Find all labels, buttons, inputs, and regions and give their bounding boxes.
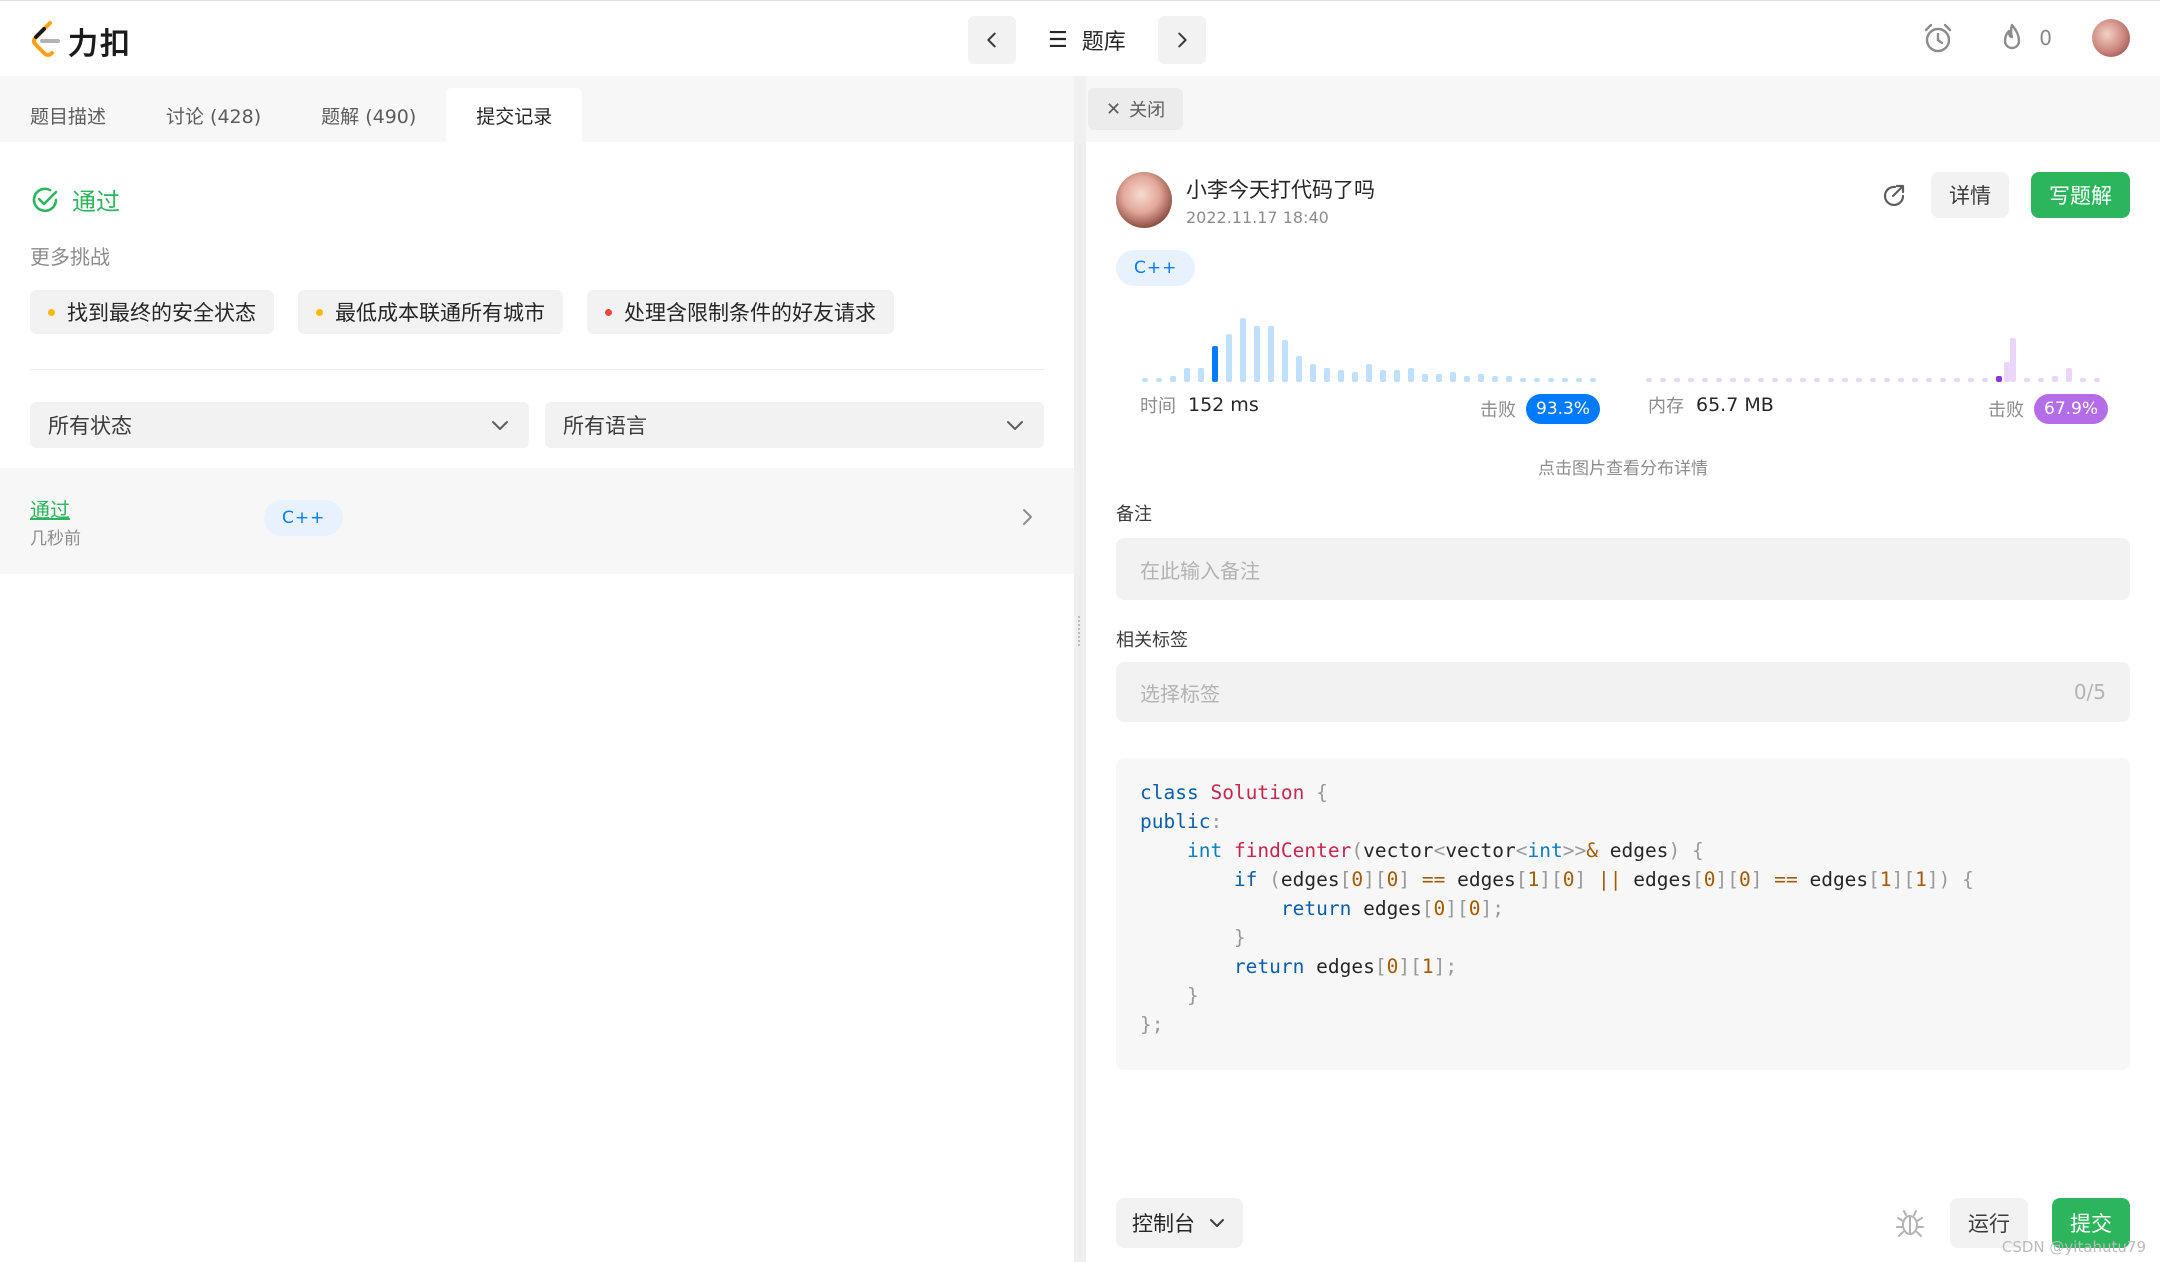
watermark: CSDN @yitahutu79 xyxy=(2001,1238,2146,1256)
memory-stat: 内存 65.7 MB xyxy=(1648,392,1774,418)
streak-counter[interactable]: 0 xyxy=(1995,21,2052,55)
challenge-label: 最低成本联通所有城市 xyxy=(335,301,545,325)
left-panel: 题目描述 讨论 (428) 题解 (490) 提交记录 通过 更多挑战 找到最终… xyxy=(0,76,1074,1262)
next-problem-button[interactable] xyxy=(1157,16,1206,64)
tags-label: 相关标签 xyxy=(1116,630,1188,651)
right-panel: 小李今天打代码了吗 2022.11.17 18:40 详情 写题解 C++ 时间… xyxy=(1086,142,2160,1262)
right-tabbar: ✕ 关闭 xyxy=(1086,76,2160,142)
runtime-distribution-chart[interactable] xyxy=(1142,310,1602,382)
details-button[interactable]: 详情 xyxy=(1931,172,2009,218)
submission-open[interactable] xyxy=(1016,506,1038,532)
memory-beat-badge: 67.9% xyxy=(2034,394,2109,424)
console-toggle-button[interactable]: 控制台 xyxy=(1116,1198,1243,1248)
result-status-text: 通过 xyxy=(72,188,120,216)
problem-list-button[interactable]: ☰ 题库 xyxy=(1038,24,1136,56)
challenge-list: 找到最终的安全状态 最低成本联通所有城市 处理含限制条件的好友请求 xyxy=(30,290,894,334)
close-label: 关闭 xyxy=(1129,100,1166,121)
submission-author: 小李今天打代码了吗 2022.11.17 18:40 xyxy=(1116,172,1375,228)
top-right-tools: 0 xyxy=(1921,19,2130,57)
distribution-hint: 点击图片查看分布详情 xyxy=(1538,459,1708,479)
challenge-label: 找到最终的安全状态 xyxy=(67,301,256,325)
runtime-beat: 击败 93.3% xyxy=(1480,394,1601,424)
memory-value: 65.7 MB xyxy=(1696,394,1774,416)
prev-problem-button[interactable] xyxy=(968,16,1016,64)
runtime-value: 152 ms xyxy=(1188,394,1259,416)
status-filter-select[interactable]: 所有状态 xyxy=(30,402,529,448)
challenge-chip[interactable]: 最低成本联通所有城市 xyxy=(298,290,563,334)
challenge-chip[interactable]: 找到最终的安全状态 xyxy=(30,290,274,334)
tags-placeholder: 选择标签 xyxy=(1140,681,1220,706)
tab-solutions[interactable]: 题解 (490) xyxy=(291,88,446,142)
memory-label: 内存 xyxy=(1648,396,1684,417)
runtime-label: 时间 xyxy=(1140,396,1176,417)
console-label: 控制台 xyxy=(1132,1212,1195,1236)
challenge-label: 处理含限制条件的好友请求 xyxy=(624,301,876,325)
filters: 所有状态 所有语言 xyxy=(30,402,1044,448)
write-solution-button[interactable]: 写题解 xyxy=(2031,172,2130,218)
divider xyxy=(30,369,1044,370)
notes-label: 备注 xyxy=(1116,504,1152,525)
code-block[interactable]: class Solution { public: int findCenter(… xyxy=(1116,758,2130,1070)
language-filter-select[interactable]: 所有语言 xyxy=(545,402,1044,448)
list-icon: ☰ xyxy=(1048,27,1068,53)
runtime-beat-label: 击败 xyxy=(1480,400,1516,421)
tags-count: 0/5 xyxy=(2073,680,2106,704)
problem-nav: ☰ 题库 xyxy=(968,16,1206,64)
chevron-right-icon xyxy=(1023,509,1032,525)
notes-input[interactable]: 在此输入备注 xyxy=(1116,538,2130,600)
author-avatar[interactable] xyxy=(1116,172,1172,228)
author-name[interactable]: 小李今天打代码了吗 xyxy=(1186,174,1375,204)
language-filter-value: 所有语言 xyxy=(563,414,647,438)
user-avatar[interactable] xyxy=(2092,19,2130,57)
alarm-clock-icon[interactable] xyxy=(1921,21,1955,55)
challenge-chip[interactable]: 处理含限制条件的好友请求 xyxy=(587,290,894,334)
runtime-bars xyxy=(1142,318,1596,382)
problem-list-label: 题库 xyxy=(1081,30,1126,55)
tab-discussion[interactable]: 讨论 (428) xyxy=(136,88,291,142)
memory-bars xyxy=(1646,338,2100,382)
status-filter-value: 所有状态 xyxy=(48,414,132,438)
debug-bug-icon[interactable] xyxy=(1894,1207,1926,1239)
more-challenges-label: 更多挑战 xyxy=(30,245,110,269)
submission-date: 2022.11.17 18:40 xyxy=(1186,207,1329,227)
tab-description[interactable]: 题目描述 xyxy=(0,88,136,142)
chevron-left-icon xyxy=(987,32,996,48)
submission-time: 几秒前 xyxy=(30,529,81,549)
chevron-down-icon xyxy=(1210,1219,1224,1227)
language-badge: C++ xyxy=(1116,250,1196,286)
splitter-grip[interactable] xyxy=(1078,616,1081,646)
left-tabs: 题目描述 讨论 (428) 题解 (490) 提交记录 xyxy=(0,76,1074,142)
tab-submissions[interactable]: 提交记录 xyxy=(446,88,583,142)
tags-select[interactable]: 选择标签 0/5 xyxy=(1116,662,2130,722)
logo-text: 力扣 xyxy=(68,27,132,62)
memory-beat: 击败 67.9% xyxy=(1988,394,2109,424)
fire-count: 0 xyxy=(2039,26,2052,50)
runtime-beat-badge: 93.3% xyxy=(1526,394,1601,424)
chevron-down-icon xyxy=(492,421,508,430)
runtime-stat: 时间 152 ms xyxy=(1140,392,1259,418)
share-icon[interactable] xyxy=(1879,180,1909,210)
submission-actions: 详情 写题解 xyxy=(1879,172,2130,218)
result-status: 通过 xyxy=(30,182,120,217)
close-tab-button[interactable]: ✕ 关闭 xyxy=(1088,88,1184,130)
check-circle-icon xyxy=(32,187,58,212)
difficulty-dot xyxy=(48,308,55,316)
submission-row[interactable]: 通过 几秒前 C++ xyxy=(0,468,1074,574)
logo[interactable]: 力扣 xyxy=(30,19,132,63)
top-bar: 力扣 ☰ 题库 0 xyxy=(0,0,2160,76)
notes-placeholder: 在此输入备注 xyxy=(1140,558,1260,583)
fire-icon xyxy=(2004,23,2021,50)
leetcode-logo-icon xyxy=(32,21,60,57)
memory-beat-label: 击败 xyxy=(1988,400,2024,421)
chevron-down-icon xyxy=(1007,421,1023,430)
panel-splitter[interactable] xyxy=(1074,76,1086,1262)
submission-status[interactable]: 通过 xyxy=(30,494,70,523)
submission-language-badge: C++ xyxy=(264,500,344,536)
difficulty-dot xyxy=(316,308,323,316)
close-icon: ✕ xyxy=(1106,98,1122,120)
difficulty-dot xyxy=(605,308,612,316)
chevron-right-icon xyxy=(1177,32,1187,48)
memory-distribution-chart[interactable] xyxy=(1646,310,2106,382)
